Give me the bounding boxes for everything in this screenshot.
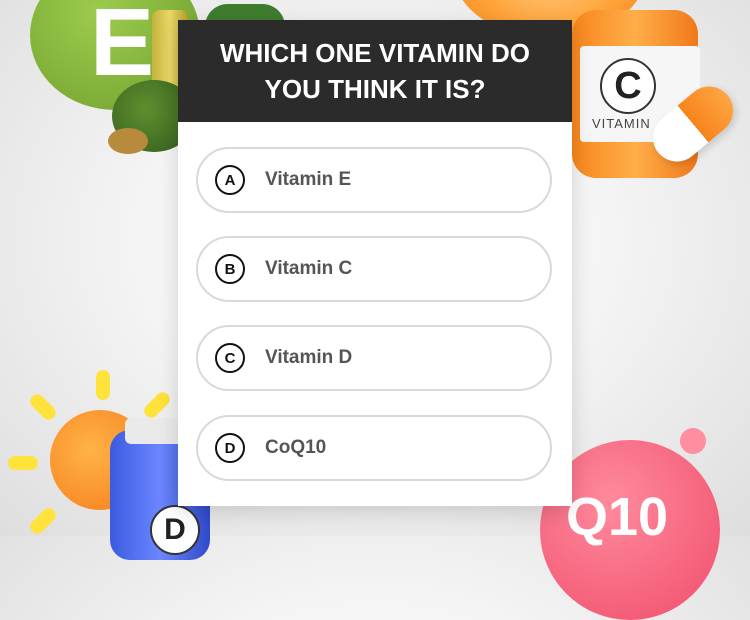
option-letter-badge: C: [215, 343, 245, 373]
option-a-button[interactable]: A Vitamin E: [196, 147, 552, 213]
option-letter-badge: D: [215, 433, 245, 463]
option-label: Vitamin E: [265, 169, 352, 190]
option-c-button[interactable]: C Vitamin D: [196, 325, 552, 391]
sun-ray: [8, 456, 38, 470]
quiz-card: WHICH ONE VITAMIN DO YOU THINK IT IS? A …: [178, 20, 572, 506]
q10-text: Q10: [566, 487, 669, 547]
option-b-button[interactable]: B Vitamin C: [196, 236, 552, 302]
quiz-question: WHICH ONE VITAMIN DO YOU THINK IT IS?: [219, 38, 531, 104]
vitamin-c-letter: C: [600, 58, 656, 114]
q10-bubble-illustration: [680, 428, 706, 454]
option-label: Vitamin C: [265, 258, 353, 279]
sun-ray: [27, 391, 59, 423]
option-label: CoQ10: [265, 437, 327, 458]
nut-illustration: [108, 128, 148, 154]
option-d-button[interactable]: D CoQ10: [196, 415, 552, 481]
sun-ray: [141, 389, 173, 421]
option-label: Vitamin D: [265, 347, 353, 368]
vitamin-c-word: VITAMIN: [592, 116, 651, 131]
sun-ray: [27, 505, 59, 537]
option-letter-badge: B: [215, 254, 245, 284]
quiz-header: WHICH ONE VITAMIN DO YOU THINK IT IS?: [178, 20, 572, 122]
option-letter-badge: A: [215, 165, 245, 195]
vitamin-d-letter: D: [150, 505, 200, 555]
sun-ray: [96, 370, 110, 400]
